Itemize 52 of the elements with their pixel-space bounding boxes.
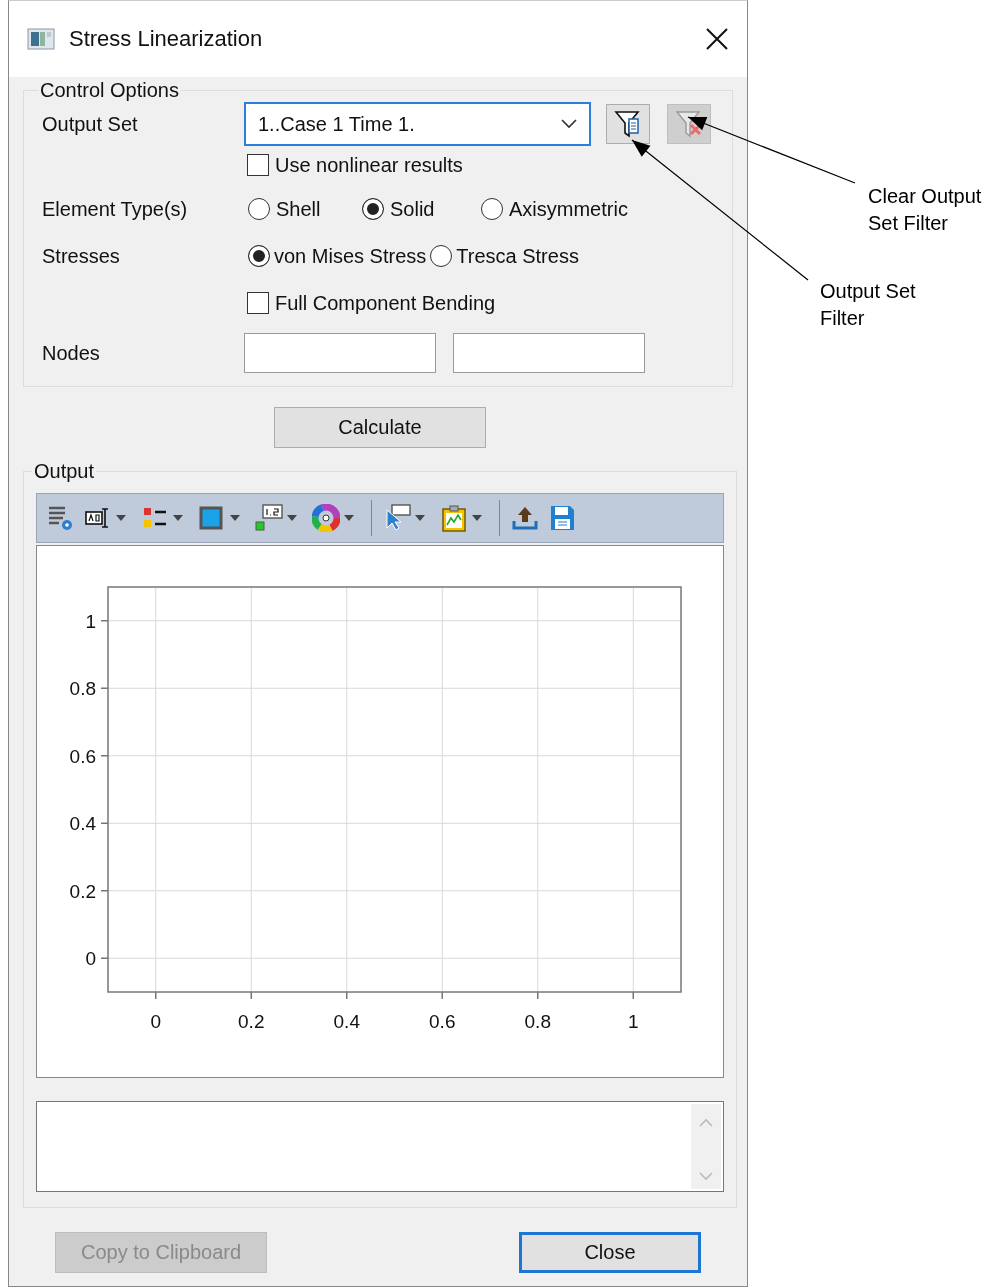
bending-checkbox[interactable]: Full Component Bending — [247, 291, 496, 315]
window-title: Stress Linearization — [69, 26, 264, 52]
field-label: Output Set — [42, 112, 139, 136]
x-tick-label: 0.2 — [238, 1011, 265, 1032]
caret-icon — [116, 515, 126, 521]
x-tick-label: 0.6 — [429, 1011, 456, 1032]
y-tick-label: 0 — [85, 948, 96, 970]
stress-radio[interactable]: von Mises Stress — [248, 244, 427, 268]
close-icon[interactable] — [705, 27, 729, 51]
stress-radio[interactable]: Tresca Stress — [430, 244, 579, 268]
element-type-radio[interactable]: Solid — [362, 197, 477, 221]
caret-icon — [344, 515, 354, 521]
calculate-button[interactable]: Calculate — [274, 407, 486, 448]
caret-icon — [415, 515, 425, 521]
chevron-down-icon — [561, 119, 577, 129]
caret-icon — [173, 515, 183, 521]
color-wheel-icon — [312, 504, 340, 532]
node-field[interactable] — [453, 333, 645, 373]
x-tick-label: 0 — [150, 1011, 162, 1032]
element-type-radio[interactable]: Shell — [248, 197, 358, 221]
x-tick-label: 0.8 — [524, 1011, 551, 1032]
x-tick-label: 0.4 — [333, 1011, 360, 1032]
y-tick-label: 0.6 — [69, 745, 96, 767]
y-tick-label: 1 — [85, 610, 96, 632]
caret-icon — [287, 515, 297, 521]
nonlinear-checkbox[interactable]: Use nonlinear results — [247, 153, 463, 177]
color-square-icon — [198, 504, 226, 532]
callout-label: Output Set Filter — [820, 279, 917, 331]
y-tick-label: 0.8 — [69, 678, 96, 700]
node-field[interactable] — [244, 333, 436, 373]
y-tick-label: 0.4 — [69, 813, 96, 835]
list-gear-icon — [47, 504, 75, 532]
filter-button[interactable] — [606, 104, 650, 144]
save-icon — [548, 504, 576, 532]
message-box[interactable] — [36, 1101, 724, 1192]
pointer-label-icon — [383, 504, 411, 532]
field-label: Nodes — [42, 341, 101, 365]
caret-icon — [230, 515, 240, 521]
y-tick-label: 0.2 — [69, 880, 96, 902]
value-label-icon — [255, 504, 283, 532]
field-label: Stresses — [42, 244, 121, 268]
output-set-dropdown[interactable]: 1..Case 1 Time 1. — [244, 102, 591, 146]
dialog-button[interactable]: Close — [519, 1232, 701, 1273]
group-title: Output — [33, 460, 96, 483]
callout-label: Clear Output Set Filter — [868, 184, 983, 236]
group-title: Control Options — [39, 79, 180, 102]
field-label: Element Type(s) — [42, 197, 189, 221]
x-tick-label: 1 — [627, 1011, 639, 1032]
clipboard-chart-icon — [440, 504, 468, 532]
caret-icon — [472, 515, 482, 521]
element-type-radio[interactable]: Axisymmetric — [481, 197, 628, 221]
app-icon — [27, 28, 55, 50]
